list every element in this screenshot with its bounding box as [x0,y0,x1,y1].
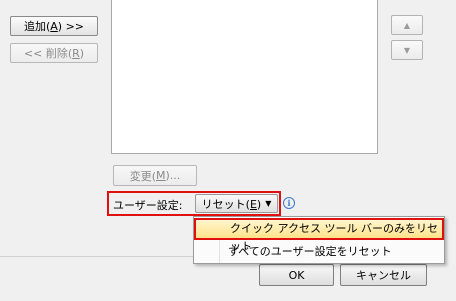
toolbar-commands-list[interactable] [111,0,378,154]
move-down-button[interactable]: ▼ [391,40,423,60]
menu-item-reset-quick-access[interactable]: クイック アクセス ツール バーのみをリセット [194,218,444,253]
ok-button[interactable]: OK [259,264,334,286]
add-button-mnemonic: A [50,19,58,33]
modify-button-suffix: )... [165,169,181,182]
menu-item-label: すべてのユーザー設定をリセット [228,245,392,258]
footer-separator [0,256,193,257]
user-settings-label: ユーザー設定: [113,199,183,212]
modify-button[interactable]: 変更(M)... [113,165,197,186]
reset-button-prefix: リセット( [201,197,250,211]
remove-button-suffix: ) [79,46,85,60]
info-icon[interactable]: i [283,197,295,209]
reset-menu: クイック アクセス ツール バーのみをリセット すべてのユーザー設定をリセット [193,216,445,264]
add-button-suffix: ) >> [57,19,85,33]
add-button-prefix: 追加( [23,20,51,33]
reset-button-suffix: ) [256,197,262,211]
reset-dropdown-button[interactable]: リセット(E) ▼ [195,194,278,213]
reset-button-mnemonic: E [249,197,257,211]
ok-button-label: OK [288,268,305,282]
dropdown-arrow-icon: ▼ [265,199,272,208]
triangle-down-icon: ▼ [403,45,411,55]
modify-button-prefix: 変更( [129,169,156,183]
add-button[interactable]: 追加(A) >> [10,16,98,36]
remove-button-mnemonic: R [72,46,80,60]
menu-item-reset-all[interactable]: すべてのユーザー設定をリセット [194,241,444,263]
move-up-button[interactable]: ▲ [391,15,423,35]
modify-button-mnemonic: M [156,169,166,182]
cancel-button[interactable]: キャンセル [340,264,427,286]
triangle-up-icon: ▲ [403,20,411,30]
remove-button-prefix: << 削除( [23,47,73,60]
remove-button[interactable]: << 削除(R) [10,43,98,63]
cancel-button-label: キャンセル [356,269,411,282]
